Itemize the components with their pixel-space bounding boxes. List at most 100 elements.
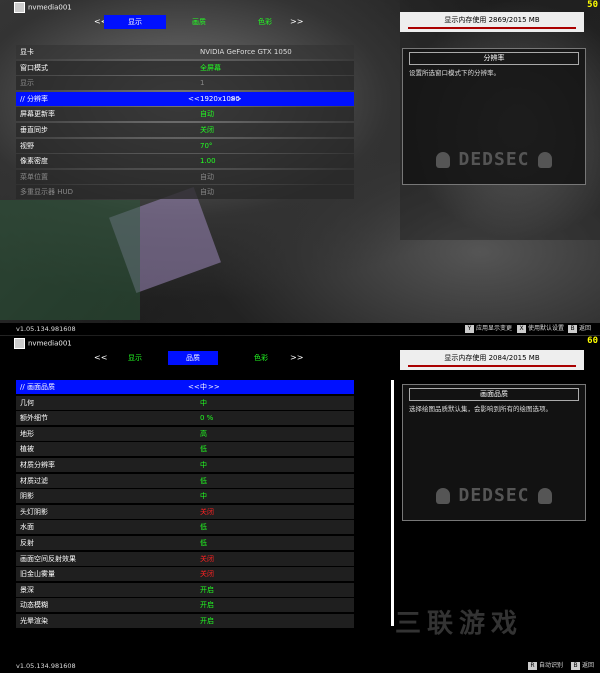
quality-settings-list: // 画面品质 << 中 >> 几何中 额外细节 0 % 地形高 植被低 材质分辨… <box>16 380 354 630</box>
description-title: 分辨率 <box>409 52 579 65</box>
setting-row-window-mode[interactable]: 窗口模式 全屏幕 <box>16 60 354 75</box>
fps-counter: 50 <box>587 0 598 10</box>
setting-row-sf-fog[interactable]: 旧金山雾量 关闭 <box>16 567 354 582</box>
setting-value: 中 <box>200 398 207 407</box>
description-panel: 画面品质 选择绘图品质默认集，会影响到所有的绘图选项。 DEDSEC <box>402 384 586 521</box>
tab-display[interactable]: 显示 <box>104 351 166 365</box>
default-settings-button[interactable]: X 使用默认设置 <box>517 324 564 334</box>
skull-icon <box>436 152 451 168</box>
setting-row-refresh-rate[interactable]: 屏幕更新率 自动 <box>16 107 354 122</box>
value-prev-icon[interactable]: << <box>188 92 200 106</box>
button-label: 应用显示变更 <box>476 325 513 332</box>
setting-label: 旧金山雾量 <box>20 570 55 579</box>
setting-row-resolution[interactable]: // 分辨率 << 1920x1080 >> <box>16 91 354 106</box>
setting-row-bloom[interactable]: 光晕渲染 开启 <box>16 613 354 628</box>
setting-row-texture-resolution[interactable]: 材质分辨率 中 <box>16 457 354 472</box>
description-panel: 分辨率 设置所选窗口模式下的分辨率。 DEDSEC <box>402 48 586 185</box>
gpu-row: 显卡 NVIDIA GeForce GTX 1050 <box>16 45 354 59</box>
setting-row-vsync[interactable]: 垂直同步 关闭 <box>16 122 354 137</box>
setting-row-multi-hud[interactable]: 多重显示器 HUD 自动 <box>16 185 354 200</box>
setting-row-display[interactable]: 显示 1 <box>16 76 354 91</box>
setting-label: 垂直同步 <box>20 125 48 134</box>
avatar <box>14 2 25 13</box>
setting-label: 光晕渲染 <box>20 616 48 625</box>
setting-row-menu-position[interactable]: 菜单位置 自动 <box>16 169 354 184</box>
tab-quality[interactable]: 品质 <box>168 351 218 365</box>
key-icon: B <box>568 324 577 333</box>
tab-next-icon[interactable]: >> <box>290 15 303 29</box>
skull-icon <box>436 488 451 504</box>
key-icon: R <box>528 661 537 670</box>
setting-label: 菜单位置 <box>20 172 48 181</box>
setting-value: 自动 <box>200 172 214 181</box>
user-label: nvmedia001 <box>14 338 72 349</box>
tab-color[interactable]: 色彩 <box>240 15 290 29</box>
setting-row-water[interactable]: 水面 低 <box>16 520 354 535</box>
logo-text: DEDSEC <box>458 149 530 170</box>
scrollbar[interactable] <box>391 380 394 626</box>
display-settings-list: 显卡 NVIDIA GeForce GTX 1050 窗口模式 全屏幕 显示 1 /… <box>16 45 354 201</box>
key-icon: X <box>517 324 526 333</box>
back-button[interactable]: B 返回 <box>568 324 591 334</box>
setting-row-shadows[interactable]: 阴影 中 <box>16 489 354 504</box>
setting-row-geometry[interactable]: 几何 中 <box>16 395 354 410</box>
tab-next-icon[interactable]: >> <box>290 351 303 365</box>
tab-bar: << 显示 画质 色彩 >> <box>90 15 303 29</box>
dedsec-logo: DEDSEC <box>403 149 585 170</box>
setting-row-terrain[interactable]: 地形 高 <box>16 426 354 441</box>
username: nvmedia001 <box>28 339 72 348</box>
description-title: 画面品质 <box>409 388 579 401</box>
setting-value: 关闭 <box>200 570 214 579</box>
tab-quality[interactable]: 画质 <box>174 15 224 29</box>
setting-value: 关闭 <box>200 554 214 563</box>
auto-detect-button[interactable]: R 自动识别 <box>528 661 563 671</box>
setting-value: 低 <box>200 523 207 532</box>
setting-value: 中 <box>200 460 207 469</box>
setting-label: 显示 <box>20 79 34 88</box>
value-next-icon[interactable]: >> <box>230 92 242 106</box>
key-icon: B <box>571 661 580 670</box>
setting-value: 低 <box>200 476 207 485</box>
gpu-label: 显卡 <box>20 48 34 56</box>
setting-value: 开启 <box>200 601 214 610</box>
key-icon: Y <box>465 324 474 333</box>
username: nvmedia001 <box>28 3 72 12</box>
setting-value: 关闭 <box>200 125 214 134</box>
apply-display-button[interactable]: Y 应用显示变更 <box>465 324 512 334</box>
value-next-icon[interactable]: >> <box>208 380 220 394</box>
setting-row-depth-of-field[interactable]: 景深 开启 <box>16 582 354 597</box>
setting-row-picture-quality[interactable]: // 画面品质 << 中 >> <box>16 380 354 394</box>
setting-row-vegetation[interactable]: 植被 低 <box>16 442 354 457</box>
display-settings-panel: nvmedia001 50 << 显示 画质 色彩 >> 显卡 NVIDIA G… <box>0 0 600 336</box>
setting-value: 高 <box>200 429 207 438</box>
setting-row-motion-blur[interactable]: 动态模糊 开启 <box>16 598 354 613</box>
back-button[interactable]: B 返回 <box>571 661 594 671</box>
setting-row-headlight-shadows[interactable]: 头灯阴影 关闭 <box>16 504 354 519</box>
description-body: 选择绘图品质默认集，会影响到所有的绘图选项。 <box>409 405 552 413</box>
setting-row-pixel-density[interactable]: 像素密度 1.00 <box>16 154 354 169</box>
setting-row-texture-filtering[interactable]: 材质过滤 低 <box>16 473 354 488</box>
setting-value: 70° <box>200 141 213 150</box>
tab-color[interactable]: 色彩 <box>236 351 286 365</box>
setting-row-fov[interactable]: 视野 70° <box>16 138 354 153</box>
value-prev-icon[interactable]: << <box>188 380 200 394</box>
setting-label: 视野 <box>20 141 34 150</box>
user-label: nvmedia001 <box>14 2 72 13</box>
setting-row-ssr[interactable]: 画面空间反射效果 关闭 <box>16 551 354 566</box>
setting-label: 阴影 <box>20 492 34 501</box>
memory-usage-text: 显示内存使用 2084/2015 MB <box>444 354 540 362</box>
tab-bar: << 显示 品质 色彩 >> <box>90 351 303 365</box>
logo-text: DEDSEC <box>458 485 530 506</box>
background-circuit-board <box>0 200 140 320</box>
setting-row-reflections[interactable]: 反射 低 <box>16 535 354 550</box>
setting-label: 植被 <box>20 445 34 454</box>
setting-value: 1.00 <box>200 157 216 166</box>
tab-display[interactable]: 显示 <box>104 15 166 29</box>
setting-value: 关闭 <box>200 507 214 516</box>
setting-value: 0 % <box>200 414 214 423</box>
memory-usage-bar <box>408 365 576 367</box>
button-label: 自动识别 <box>539 662 564 669</box>
setting-label: 像素密度 <box>20 157 48 166</box>
setting-row-extra-detail[interactable]: 额外细节 0 % <box>16 411 354 426</box>
setting-value: 全屏幕 <box>200 63 221 72</box>
